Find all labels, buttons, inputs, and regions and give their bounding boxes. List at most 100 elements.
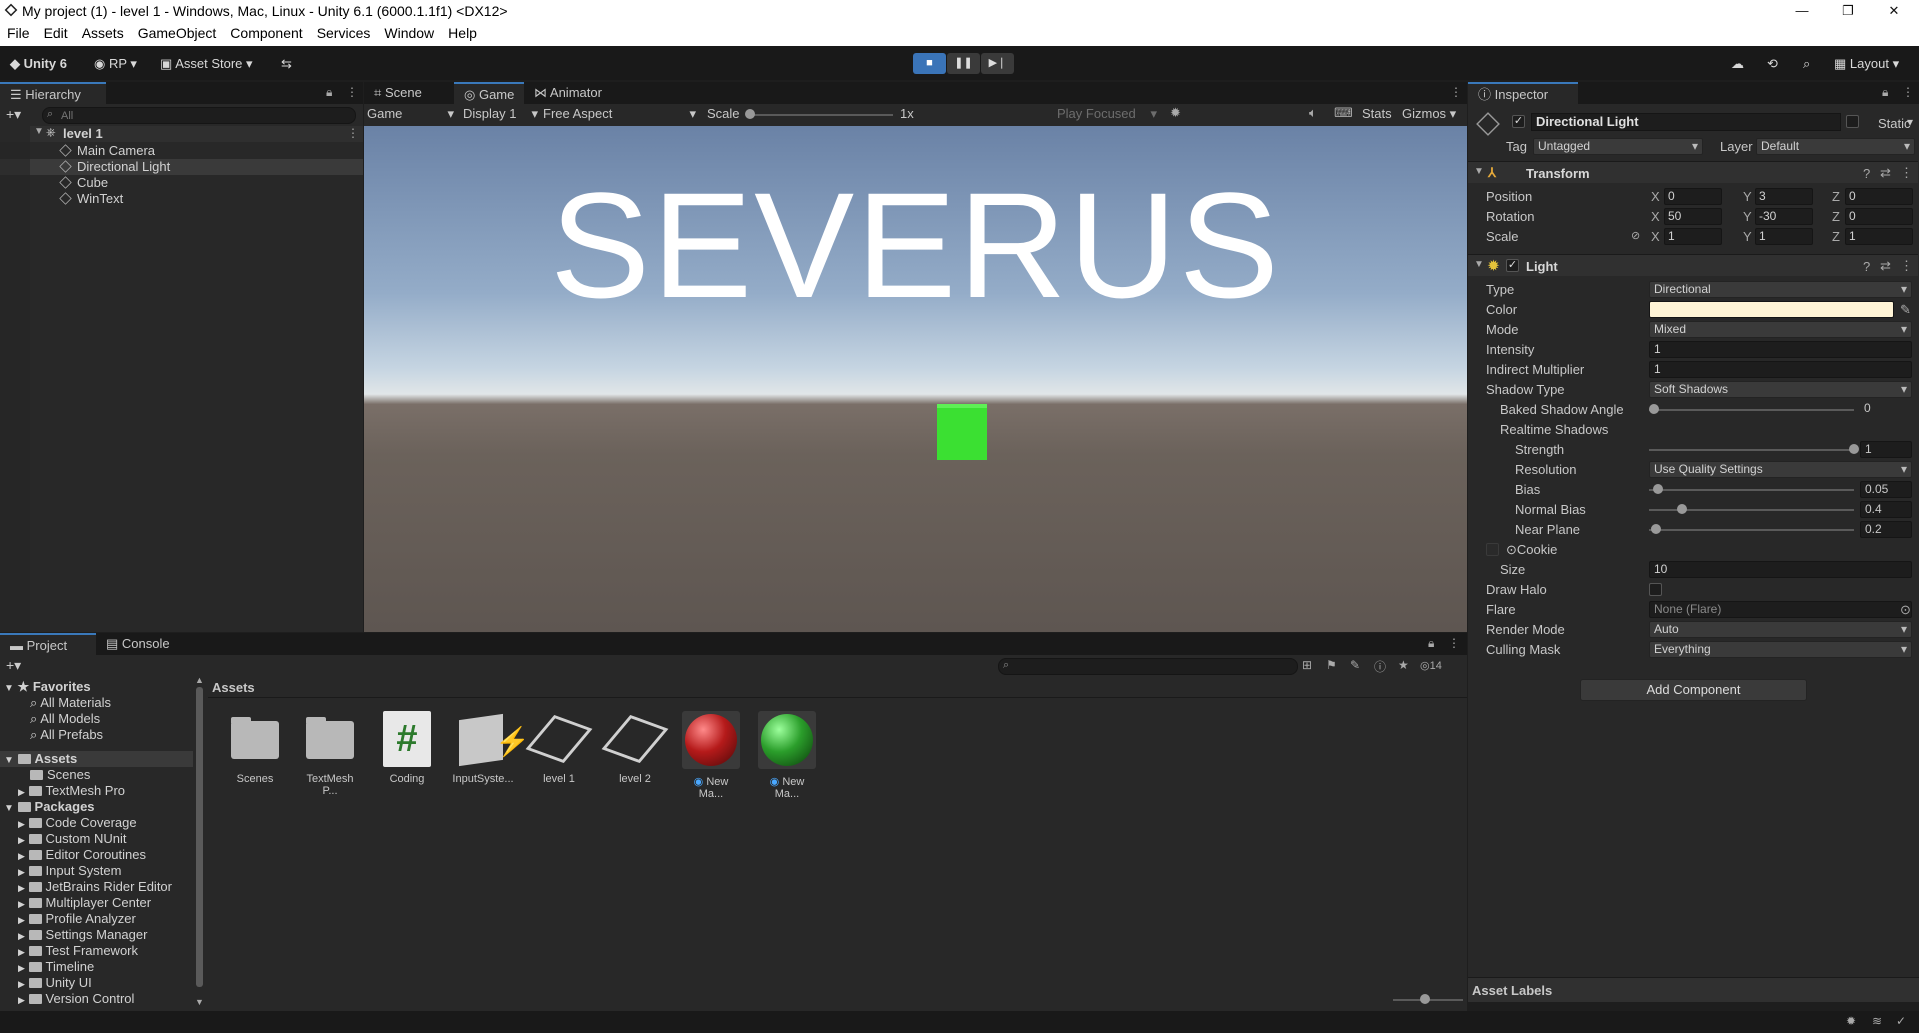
aspect-dropdown[interactable]: Free Aspect ▾ <box>543 106 696 121</box>
rp-button[interactable]: ◉ RP ▾ <box>88 54 143 74</box>
preset-icon[interactable]: ⇄ <box>1880 165 1891 181</box>
more-menu-icon[interactable]: ⋮ <box>1902 85 1914 99</box>
menu-component[interactable]: Component <box>223 22 309 41</box>
hierarchy-item-cube[interactable]: Cube <box>59 175 108 191</box>
lock-icon[interactable]: 🔒︎ <box>1882 85 1888 100</box>
z-field[interactable]: 0 <box>1845 208 1913 225</box>
assets-root[interactable]: ▼ Assets <box>4 751 77 767</box>
transform-header[interactable]: ▼ ⅄ Transform ? ⇄ ⋮ <box>1468 161 1918 183</box>
play-focused-dropdown[interactable]: Play Focused ▾ <box>1057 106 1157 121</box>
component-menu-icon[interactable]: ⋮ <box>1900 165 1913 181</box>
scale-slider-track[interactable] <box>748 114 893 116</box>
tab-hierarchy[interactable]: ☰ Hierarchy <box>0 82 106 104</box>
intensity-field[interactable]: 1 <box>1649 341 1912 358</box>
asset-material-green[interactable]: ◉ New Ma... <box>756 711 818 800</box>
x-field[interactable]: 50 <box>1664 208 1722 225</box>
package-test-framework[interactable]: ▶ Test Framework <box>18 943 138 959</box>
lock-icon[interactable]: 🔒︎ <box>326 85 332 100</box>
bias-field[interactable]: 0.05 <box>1860 481 1912 498</box>
unity-account-button[interactable]: ◆ Unity 6 <box>4 54 73 74</box>
package-custom-nunit[interactable]: ▶ Custom NUnit <box>18 831 126 847</box>
cookie-checkbox[interactable] <box>1486 543 1499 556</box>
menu-gameobject[interactable]: GameObject <box>131 22 224 41</box>
display-dropdown[interactable]: Display 1 ▾ <box>463 106 538 121</box>
strength-slider[interactable] <box>1649 449 1854 451</box>
breadcrumb[interactable]: Assets <box>212 680 255 695</box>
tab-game[interactable]: ◎ Game <box>454 82 525 104</box>
history-icon[interactable]: ⟲ <box>1761 54 1784 74</box>
baked-angle-slider[interactable] <box>1649 409 1854 411</box>
object-picker-icon[interactable]: ⊙ <box>1900 602 1911 618</box>
add-component-button[interactable]: Add Component <box>1580 679 1807 701</box>
tab-inspector[interactable]: ⓘ Inspector <box>1468 82 1578 104</box>
render-mode-dropdown[interactable]: Auto <box>1649 621 1912 638</box>
active-checkbox[interactable]: ✓ <box>1512 115 1525 128</box>
draw-halo-checkbox[interactable] <box>1649 583 1662 596</box>
culling-mask-dropdown[interactable]: Everything <box>1649 641 1912 658</box>
close-button[interactable]: ✕ <box>1871 0 1917 22</box>
expand-arrow-icon[interactable]: ▶ <box>18 947 25 957</box>
asset-textmesh-pro[interactable]: TextMesh P... <box>299 711 361 797</box>
z-field[interactable]: 1 <box>1845 228 1913 245</box>
package-profile-analyzer[interactable]: ▶ Profile Analyzer <box>18 911 136 927</box>
x-field[interactable]: 1 <box>1664 228 1722 245</box>
favorite-star-icon[interactable]: ★ <box>1398 658 1409 672</box>
asset-scenes[interactable]: Scenes <box>224 711 286 785</box>
eyedropper-icon[interactable]: ✎ <box>1900 302 1911 318</box>
normal-bias-knob[interactable] <box>1677 504 1687 514</box>
resolution-dropdown[interactable]: Use Quality Settings <box>1649 461 1912 478</box>
collapse-arrow-icon[interactable]: ▼ <box>1474 166 1484 177</box>
bias-slider[interactable] <box>1649 489 1854 491</box>
expand-arrow-icon[interactable]: ▼ <box>34 126 44 137</box>
scene-menu-icon[interactable]: ⋮ <box>347 126 359 140</box>
component-menu-icon[interactable]: ⋮ <box>1900 258 1913 274</box>
near-plane-field[interactable]: 0.2 <box>1860 521 1912 538</box>
mute-icon[interactable]: 🔈︎ <box>1309 105 1317 121</box>
expand-arrow-icon[interactable]: ▶ <box>18 931 25 941</box>
expand-arrow-icon[interactable]: ▶ <box>18 899 25 909</box>
cloud-icon[interactable]: ☁ <box>1725 54 1750 74</box>
gizmos-dropdown[interactable]: Gizmos ▾ <box>1402 106 1456 122</box>
hierarchy-item-directional-light[interactable]: Directional Light <box>59 159 170 175</box>
size-field[interactable]: 10 <box>1649 561 1912 578</box>
expand-arrow-icon[interactable]: ▶ <box>18 835 25 845</box>
baked-angle-field[interactable]: 0 <box>1860 401 1912 418</box>
shadow-type-dropdown[interactable]: Soft Shadows <box>1649 381 1912 398</box>
game-viewport[interactable]: SEVERUS <box>364 126 1467 632</box>
version-control-icon[interactable]: ⇆ <box>275 54 298 74</box>
tab-scene[interactable]: ⌗ Scene <box>364 82 432 104</box>
package-editor-coroutines[interactable]: ▶ Editor Coroutines <box>18 847 146 863</box>
step-button[interactable]: ▶❘ <box>981 53 1014 74</box>
package-input-system[interactable]: ▶ Input System <box>18 863 121 879</box>
y-field[interactable]: -30 <box>1755 208 1813 225</box>
expand-arrow-icon[interactable]: ▶ <box>18 963 25 973</box>
help-icon[interactable]: ? <box>1863 259 1870 274</box>
search-by-tag-icon[interactable]: ✎ <box>1350 658 1360 672</box>
baked-angle-knob[interactable] <box>1649 404 1659 414</box>
expand-arrow-icon[interactable]: ▶ <box>18 851 25 861</box>
hierarchy-item-main-camera[interactable]: Main Camera <box>59 143 155 159</box>
packages-root[interactable]: ▼ Packages <box>4 799 95 815</box>
tab-project[interactable]: ▬ Project <box>0 633 96 655</box>
expand-arrow-icon[interactable]: ▶ <box>18 883 25 893</box>
bias-knob[interactable] <box>1653 484 1663 494</box>
normal-bias-field[interactable]: 0.4 <box>1860 501 1912 518</box>
warning-filter-icon[interactable]: ⓘ <box>1374 658 1386 675</box>
asset-store-button[interactable]: ▣ Asset Store ▾ <box>154 54 259 74</box>
asset-coding[interactable]: # Coding <box>376 711 438 785</box>
static-checkbox[interactable] <box>1846 115 1859 128</box>
tree-scrollbar[interactable] <box>196 687 203 987</box>
expand-arrow-icon[interactable]: ▶ <box>18 867 25 877</box>
more-menu-icon[interactable]: ⋮ <box>1448 636 1460 650</box>
asset-inputsystem[interactable]: ⚡ InputSyste... <box>452 711 530 785</box>
menu-file[interactable]: File <box>0 22 37 41</box>
play-button[interactable]: ■ <box>913 53 946 74</box>
menu-services[interactable]: Services <box>310 22 378 41</box>
game-mode-dropdown[interactable]: Game ▾ <box>367 106 454 121</box>
asset-labels-bar[interactable]: Asset Labels <box>1468 977 1919 1002</box>
menu-help[interactable]: Help <box>441 22 484 41</box>
hidden-count-badge[interactable]: ◎14 <box>1420 659 1442 672</box>
asset-level-2[interactable]: level 2 <box>601 711 669 785</box>
package-jetbrains-rider-editor[interactable]: ▶ JetBrains Rider Editor <box>18 879 172 895</box>
indirect-field[interactable]: 1 <box>1649 361 1912 378</box>
